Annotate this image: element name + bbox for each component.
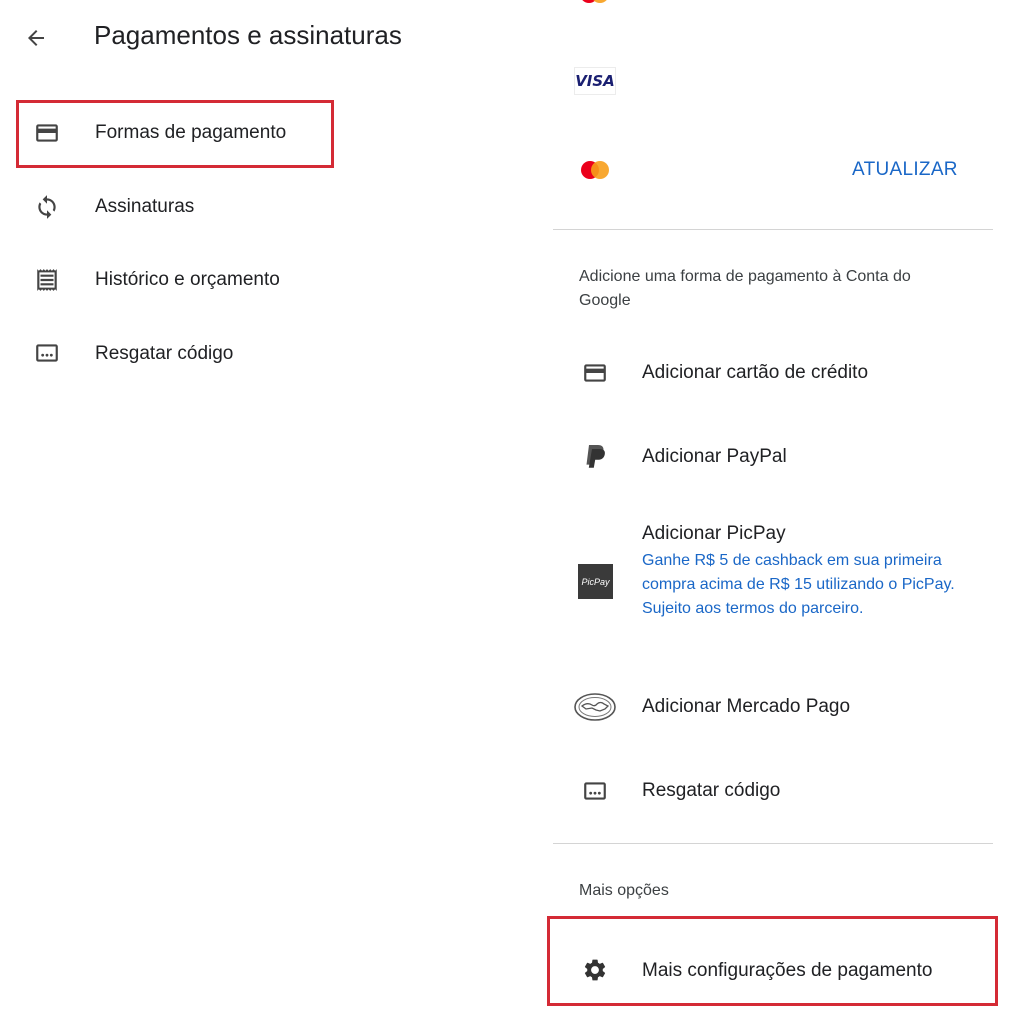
- option-label[interactable]: Adicionar cartão de crédito: [642, 362, 868, 384]
- picpay-icon: PicPay: [578, 564, 613, 599]
- menu-item-label[interactable]: Formas de pagamento: [95, 122, 286, 144]
- back-arrow-icon[interactable]: [22, 24, 50, 52]
- redeem-code-icon: [33, 339, 61, 367]
- option-label[interactable]: Adicionar PayPal: [642, 446, 787, 468]
- credit-card-icon: [581, 359, 609, 387]
- saved-card-visa[interactable]: [560, 55, 990, 107]
- receipt-icon: [33, 266, 61, 294]
- menu-item-label[interactable]: Assinaturas: [95, 196, 194, 218]
- sync-icon: [33, 193, 61, 221]
- redeem-code-icon: [581, 777, 609, 805]
- gear-icon: [580, 955, 610, 985]
- menu-item-label[interactable]: Histórico e orçamento: [95, 269, 280, 291]
- add-method-heading: Adicione uma forma de pagamento à Conta …: [579, 268, 911, 309]
- more-payment-settings-label[interactable]: Mais configurações de pagamento: [642, 960, 932, 982]
- option-label[interactable]: Resgatar código: [642, 780, 780, 802]
- update-button[interactable]: ATUALIZAR: [852, 159, 958, 181]
- paypal-icon: [580, 442, 610, 472]
- picpay-promo-text: Ganhe R$ 5 de cashback em sua primeira c…: [642, 552, 955, 617]
- visa-logo: VISA: [574, 67, 616, 95]
- mercado-pago-icon: [573, 690, 617, 724]
- option-label[interactable]: Adicionar PicPay: [642, 523, 786, 545]
- mastercard-logo: [578, 159, 612, 181]
- mastercard-logo-partial: [578, 0, 612, 8]
- option-label[interactable]: Adicionar Mercado Pago: [642, 696, 850, 718]
- divider: [553, 229, 993, 230]
- more-options-heading: Mais opções: [579, 882, 669, 899]
- page-title: Pagamentos e assinaturas: [94, 20, 402, 50]
- credit-card-icon: [33, 119, 61, 147]
- divider: [553, 843, 993, 844]
- menu-item-label[interactable]: Resgatar código: [95, 343, 233, 365]
